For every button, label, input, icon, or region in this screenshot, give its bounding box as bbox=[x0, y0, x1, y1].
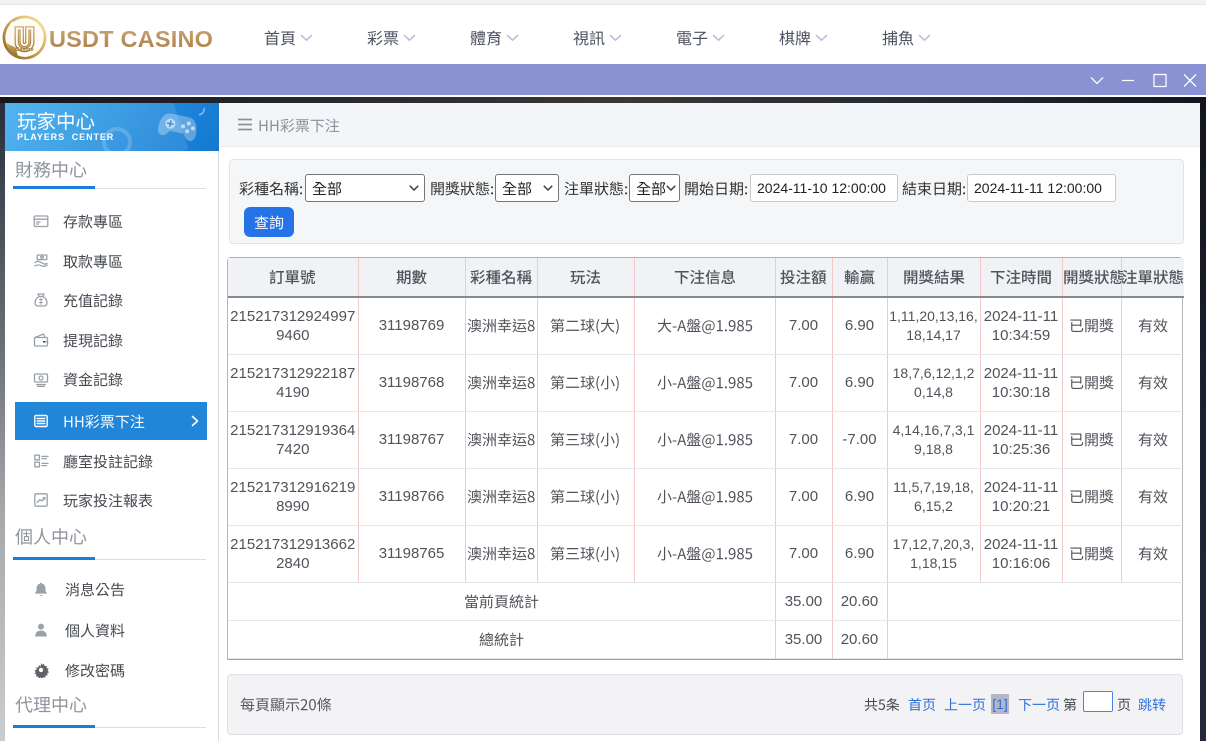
svg-text:Casino: Casino bbox=[15, 47, 34, 53]
